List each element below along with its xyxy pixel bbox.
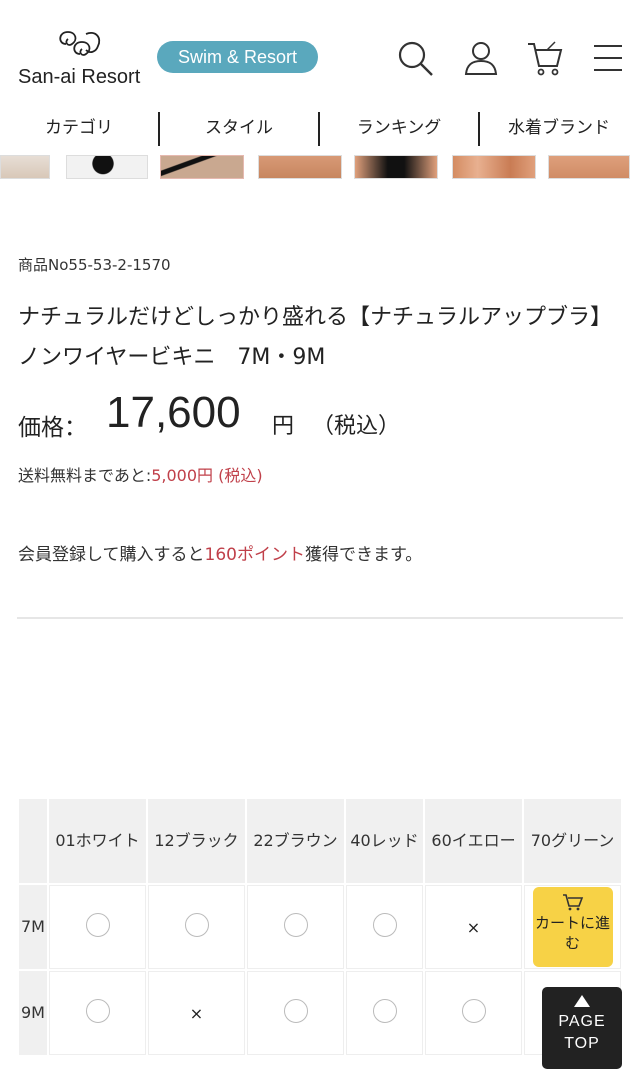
- stock-table: 01ホワイト 12ブラック 22ブラウン 40レッド 60イエロー 70グリーン…: [17, 797, 623, 1057]
- size-cell: 7M: [19, 885, 47, 969]
- table-row: 9M ×: [19, 971, 621, 1055]
- in-stock-circle-icon[interactable]: [283, 999, 308, 1023]
- color-header: 22ブラウン: [247, 799, 344, 883]
- corner-cell: [19, 799, 47, 883]
- stock-cell[interactable]: [247, 971, 344, 1055]
- product-number: 商品No55-53-2-1570: [18, 256, 171, 274]
- nav-item-brand[interactable]: 水着ブランド: [480, 108, 630, 148]
- swim-resort-pill[interactable]: Swim & Resort: [157, 41, 318, 73]
- thumbnail-selected[interactable]: [160, 155, 244, 179]
- color-header: 40レッド: [346, 799, 423, 883]
- stock-cell[interactable]: [247, 885, 344, 969]
- thumbnail[interactable]: [66, 155, 148, 179]
- search-icon[interactable]: [395, 38, 435, 78]
- points-suffix: 獲得できます。: [304, 545, 423, 565]
- in-stock-circle-icon[interactable]: [184, 913, 209, 937]
- color-header: 01ホワイト: [49, 799, 146, 883]
- arrow-up-icon: [574, 995, 590, 1007]
- category-nav: カテゴリ スタイル ランキング 水着ブランド: [0, 108, 630, 150]
- nav-item-ranking[interactable]: ランキング: [320, 108, 478, 148]
- color-header: 12ブラック: [148, 799, 245, 883]
- logo-text: San-ai Resort: [18, 66, 141, 88]
- site-header: San-ai Resort Swim & Resort: [0, 0, 630, 104]
- product-title: ナチュラルだけどしっかり盛れる【ナチュラルアップブラ】ノンワイヤービキニ 7M・…: [18, 305, 613, 370]
- cart-icon[interactable]: [525, 38, 565, 78]
- account-icon[interactable]: [461, 38, 501, 78]
- shipping-note: 送料無料まであと:5,000円 (税込): [18, 462, 263, 486]
- nav-item-style[interactable]: スタイル: [160, 108, 318, 148]
- table-row: 7M × カートに進む: [19, 885, 621, 969]
- page-top-button[interactable]: PAGE TOP: [542, 987, 622, 1069]
- stock-cell[interactable]: [148, 885, 245, 969]
- thumbnail-strip: [0, 155, 630, 181]
- in-stock-circle-icon[interactable]: [372, 913, 397, 937]
- thumbnail[interactable]: [0, 155, 50, 179]
- stock-cell: ×: [148, 971, 245, 1055]
- logo-mark-icon: [59, 31, 101, 56]
- color-header: 60イエロー: [425, 799, 522, 883]
- in-stock-circle-icon[interactable]: [461, 999, 486, 1023]
- stock-cell[interactable]: カートに進む: [524, 885, 621, 969]
- price-currency: 円: [272, 414, 295, 439]
- sold-out-mark: ×: [466, 917, 481, 937]
- stock-cell[interactable]: [425, 971, 522, 1055]
- table-header-row: 01ホワイト 12ブラック 22ブラウン 40レッド 60イエロー 70グリーン: [19, 799, 621, 883]
- page-top-line2: TOP: [564, 1035, 600, 1052]
- color-header: 70グリーン: [524, 799, 621, 883]
- points-prefix: 会員登録して購入すると: [18, 545, 205, 565]
- in-stock-circle-icon[interactable]: [85, 999, 110, 1023]
- in-stock-circle-icon[interactable]: [85, 913, 110, 937]
- price-tax-note: （税込）: [312, 414, 401, 439]
- nav-item-category[interactable]: カテゴリ: [0, 108, 158, 148]
- shipping-amount: 5,000円 (税込): [151, 466, 263, 485]
- add-to-cart-button[interactable]: カートに進む: [532, 887, 613, 967]
- cart-icon: [562, 894, 583, 911]
- thumbnail[interactable]: [258, 155, 342, 179]
- points-note: 会員登録して購入すると160ポイント獲得できます。: [18, 540, 422, 565]
- stock-cell[interactable]: [346, 885, 423, 969]
- stock-cell[interactable]: [346, 971, 423, 1055]
- menu-icon[interactable]: [588, 38, 628, 78]
- size-cell: 9M: [19, 971, 47, 1055]
- stock-cell: ×: [425, 885, 522, 969]
- cart-button-label: カートに進む: [534, 914, 610, 952]
- in-stock-circle-icon[interactable]: [372, 999, 397, 1023]
- divider: [17, 617, 623, 619]
- in-stock-circle-icon[interactable]: [283, 913, 308, 937]
- thumbnail[interactable]: [452, 155, 536, 179]
- stock-cell[interactable]: [49, 971, 146, 1055]
- shipping-prefix: 送料無料まであと:: [18, 466, 152, 485]
- site-logo[interactable]: San-ai Resort: [18, 28, 143, 90]
- price-value: 17,600: [106, 388, 241, 437]
- points-amount: 160ポイント: [204, 545, 305, 565]
- thumbnail[interactable]: [548, 155, 630, 179]
- stock-cell[interactable]: [49, 885, 146, 969]
- price-label: 価格：: [18, 415, 87, 441]
- page-top-line1: PAGE: [558, 1013, 606, 1030]
- thumbnail[interactable]: [354, 155, 438, 179]
- sold-out-mark: ×: [189, 1003, 204, 1023]
